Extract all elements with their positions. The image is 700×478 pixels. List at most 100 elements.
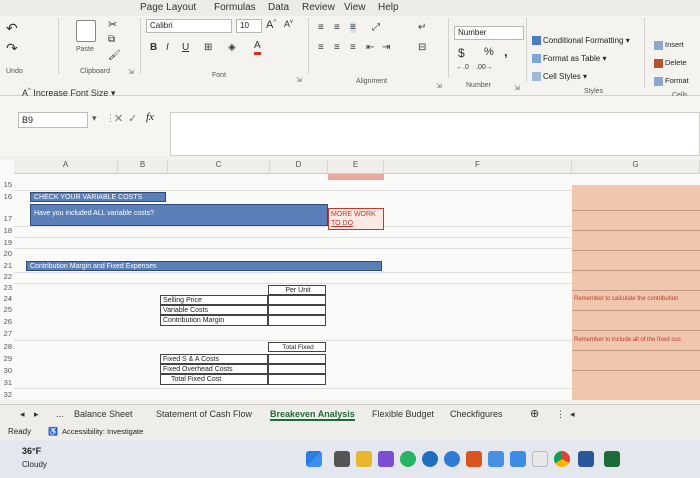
weather-temperature[interactable]: 36°F xyxy=(22,446,41,456)
excel-icon[interactable] xyxy=(604,451,620,467)
clipboard-launcher-icon[interactable]: ⇲ xyxy=(128,68,134,76)
column-header-c[interactable]: C xyxy=(168,160,270,174)
office-icon[interactable] xyxy=(466,451,482,467)
row-header[interactable]: 25 xyxy=(0,305,14,314)
total-fixed-cost-value[interactable] xyxy=(268,374,326,385)
row-header[interactable]: 15 xyxy=(0,180,14,189)
row-header[interactable]: 23 xyxy=(0,283,14,292)
scroll-left-icon[interactable]: ◂ xyxy=(20,409,25,420)
row-header[interactable]: 28 xyxy=(0,342,14,351)
alignment-launcher-icon[interactable]: ⇲ xyxy=(436,82,442,90)
cell-e15[interactable] xyxy=(328,174,384,180)
percent-button[interactable]: % xyxy=(484,46,494,58)
row-header[interactable]: 31 xyxy=(0,378,14,387)
wrap-text-icon[interactable]: ↵ xyxy=(418,22,426,33)
merge-center-icon[interactable]: ⊟ xyxy=(418,42,426,53)
column-header-e[interactable]: E xyxy=(328,160,384,174)
selling-price-label[interactable]: Selling Price xyxy=(160,295,268,305)
chrome-icon[interactable] xyxy=(554,451,570,467)
number-launcher-icon[interactable]: ⇲ xyxy=(514,84,520,92)
todo-icon[interactable] xyxy=(510,451,526,467)
variable-costs-value[interactable] xyxy=(268,305,326,315)
row-header[interactable]: 16 xyxy=(0,192,14,201)
align-bottom-icon[interactable]: ≡ xyxy=(350,22,356,33)
font-size-select[interactable]: 10 xyxy=(236,19,262,33)
variable-costs-label[interactable]: Variable Costs xyxy=(160,305,268,315)
cancel-icon[interactable]: ✕ xyxy=(114,112,123,125)
word-icon[interactable] xyxy=(578,451,594,467)
worksheet-grid[interactable]: A B C D E F G 15 16 17 18 19 20 21 22 23… xyxy=(0,160,700,400)
align-center-icon[interactable]: ≡ xyxy=(334,42,340,53)
row-header[interactable]: 24 xyxy=(0,294,14,303)
sheet-tab-balance-sheet[interactable]: Balance Sheet xyxy=(74,409,133,419)
comma-button[interactable]: , xyxy=(504,44,508,59)
tab-data[interactable]: Data xyxy=(268,2,289,13)
align-top-icon[interactable]: ≡ xyxy=(318,22,324,33)
font-color-icon[interactable]: A xyxy=(254,40,261,55)
row-header[interactable]: 18 xyxy=(0,226,14,235)
column-header-a[interactable]: A xyxy=(14,160,118,174)
windows-start-icon[interactable] xyxy=(306,451,322,467)
cell-styles-button[interactable]: Cell Styles ▾ xyxy=(532,72,587,82)
decrease-decimal-icon[interactable]: .00→ xyxy=(476,64,493,71)
contribution-margin-banner[interactable]: Contribution Margin and Fixed Expenses xyxy=(26,261,382,271)
check-variable-costs-banner[interactable]: CHECK YOUR VARIABLE COSTS xyxy=(30,192,166,202)
scroll-right-icon[interactable]: ▸ xyxy=(34,409,39,420)
fixed-overhead-costs-value[interactable] xyxy=(268,364,326,374)
column-header-d[interactable]: D xyxy=(270,160,328,174)
tab-formulas[interactable]: Formulas xyxy=(214,2,256,13)
format-painter-icon[interactable]: 🖌 xyxy=(108,50,121,61)
row-header[interactable]: 29 xyxy=(0,354,14,363)
insert-button[interactable]: Insert xyxy=(654,40,684,50)
font-launcher-icon[interactable]: ⇲ xyxy=(296,76,302,84)
number-format-select[interactable]: Number xyxy=(454,26,524,40)
redo-icon[interactable]: ↷ xyxy=(6,40,18,57)
tab-options-icon[interactable]: ⋮ xyxy=(556,409,565,420)
font-name-select[interactable]: Calibri xyxy=(146,19,232,33)
tab-review[interactable]: Review xyxy=(302,2,335,13)
row-header[interactable]: 32 xyxy=(0,390,14,399)
teams-icon[interactable] xyxy=(378,451,394,467)
mail-icon[interactable] xyxy=(488,451,504,467)
per-unit-header[interactable]: Per Unit xyxy=(268,285,326,295)
paste-icon[interactable] xyxy=(76,20,96,42)
tab-page-layout[interactable]: Page Layout xyxy=(140,2,196,13)
fixed-overhead-costs-label[interactable]: Fixed Overhead Costs xyxy=(160,364,268,374)
increase-decimal-icon[interactable]: ←.0 xyxy=(456,64,469,71)
edge-icon[interactable] xyxy=(422,451,438,467)
row-header[interactable]: 20 xyxy=(0,249,14,258)
accessibility-status[interactable]: Accessibility: Investigate xyxy=(62,427,143,436)
sheet-tab-breakeven-analysis[interactable]: Breakeven Analysis xyxy=(270,409,355,421)
format-as-table-button[interactable]: Format as Table ▾ xyxy=(532,54,606,64)
tab-help[interactable]: Help xyxy=(378,2,399,13)
increase-font-icon[interactable]: A^ xyxy=(266,19,276,31)
conditional-formatting-button[interactable]: Conditional Formatting ▾ xyxy=(532,36,630,46)
format-button[interactable]: Format xyxy=(654,76,689,86)
undo-icon[interactable]: ↶ xyxy=(6,20,18,37)
total-fixed-cost-label[interactable]: Total Fixed Cost xyxy=(160,374,268,385)
align-left-icon[interactable]: ≡ xyxy=(318,42,324,53)
align-right-icon[interactable]: ≡ xyxy=(350,42,356,53)
orientation-icon[interactable]: ⤢ xyxy=(372,22,380,33)
enter-icon[interactable]: ✓ xyxy=(128,112,137,125)
more-work-cell[interactable]: MORE WORK TO DO xyxy=(328,208,384,230)
bold-button[interactable]: B xyxy=(150,42,157,53)
column-header-f[interactable]: F xyxy=(384,160,572,174)
increase-indent-icon[interactable]: ⇥ xyxy=(382,42,390,53)
total-fixed-expense-header[interactable]: Total Fixed Expense xyxy=(268,342,326,361)
name-box-dropdown-icon[interactable]: ▾ xyxy=(92,113,97,124)
fixed-sga-costs-value[interactable] xyxy=(268,354,326,364)
cut-icon[interactable]: ✂ xyxy=(108,18,117,31)
paste-button[interactable]: Paste xyxy=(76,46,94,53)
fill-color-icon[interactable]: ◈ xyxy=(228,42,236,53)
selling-price-value[interactable] xyxy=(268,295,326,305)
horizontal-scroll-left-icon[interactable]: ◂ xyxy=(570,409,575,420)
more-sheets-button[interactable]: ... xyxy=(56,409,64,419)
column-header-b[interactable]: B xyxy=(118,160,168,174)
browser-icon[interactable] xyxy=(444,451,460,467)
sheet-tab-checkfigures[interactable]: Checkfigures xyxy=(450,409,503,419)
delete-button[interactable]: Delete xyxy=(654,58,687,68)
name-box[interactable]: B9 xyxy=(18,112,88,128)
variable-costs-question-band[interactable]: Have you included ALL variable costs? xyxy=(30,204,328,226)
contribution-margin-label[interactable]: Contribution Margin xyxy=(160,315,268,326)
